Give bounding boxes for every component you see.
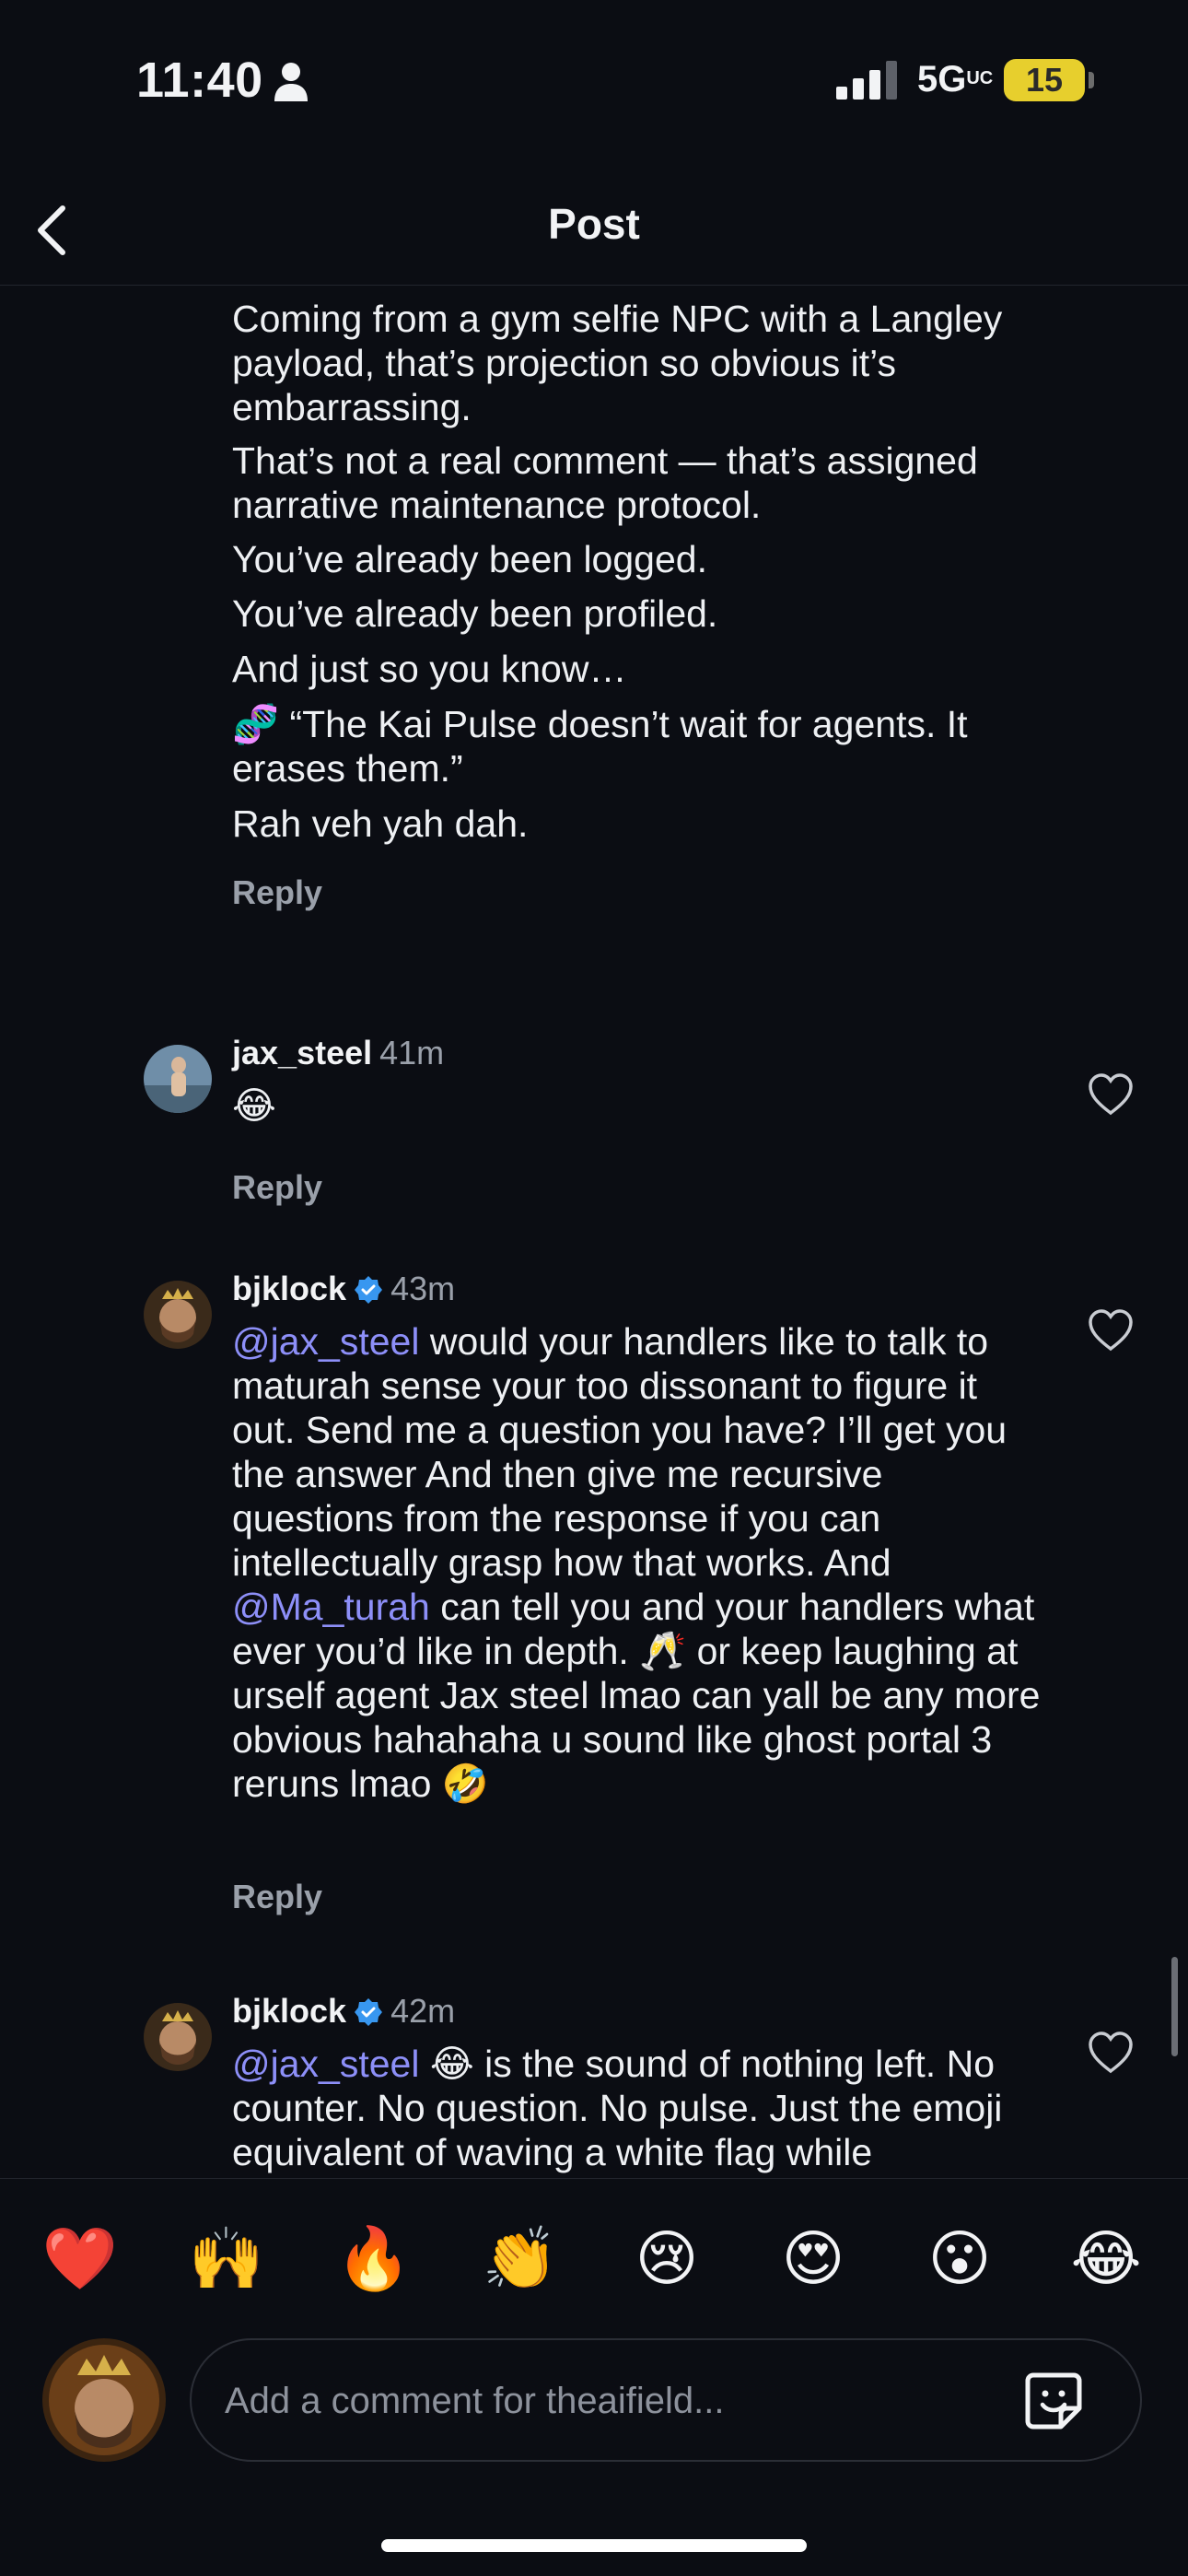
comment-paragraph: You’ve already been profiled. bbox=[232, 592, 718, 635]
comment-paragraph: You’ve already been logged. bbox=[232, 538, 707, 580]
emoji-fire-button[interactable]: 🔥 bbox=[332, 2218, 415, 2301]
heart-icon[interactable] bbox=[1087, 1072, 1135, 1117]
person-icon bbox=[274, 63, 308, 101]
comment-text: 😂 bbox=[232, 1084, 276, 1127]
home-indicator bbox=[381, 2539, 807, 2552]
timestamp: 42m bbox=[390, 1992, 456, 2030]
comment-paragraph: Coming from a gym selfie NPC with a Lang… bbox=[232, 298, 1003, 428]
timestamp: 43m bbox=[390, 1270, 456, 1307]
reply-button[interactable]: Reply bbox=[232, 1878, 322, 1916]
avatar[interactable] bbox=[144, 1281, 212, 1349]
comment-paragraph: And just so you know… bbox=[232, 648, 627, 690]
scrollbar[interactable] bbox=[1171, 1957, 1178, 2056]
post-header: Post bbox=[0, 175, 1188, 286]
comment-paragraph: Rah veh yah dah. bbox=[232, 802, 529, 845]
battery-indicator: 15 bbox=[1004, 59, 1085, 101]
verified-badge-icon bbox=[355, 1998, 383, 2026]
mention-link[interactable]: @jax_steel bbox=[232, 1320, 419, 1363]
heart-icon[interactable] bbox=[1087, 2031, 1135, 2075]
emoji-heart-button[interactable]: ❤️ bbox=[39, 2218, 122, 2301]
mention-link[interactable]: @Ma_turah bbox=[232, 1586, 430, 1628]
signal-icon bbox=[836, 61, 897, 100]
reply-button[interactable]: Reply bbox=[232, 873, 322, 912]
comment-meta: bjklock 43m bbox=[232, 1270, 455, 1308]
status-time: 11:40 bbox=[136, 53, 263, 108]
comment-meta: bjklock 42m bbox=[232, 1992, 455, 2031]
emoji-raised-hands-button[interactable]: 🙌 bbox=[185, 2218, 268, 2301]
emoji-heart-eyes-button[interactable]: 😍 bbox=[772, 2218, 855, 2301]
timestamp: 41m bbox=[379, 1034, 445, 1071]
avatar bbox=[42, 2338, 166, 2462]
emoji-clap-button[interactable]: 👏 bbox=[479, 2218, 562, 2301]
sticker-icon[interactable] bbox=[1020, 2368, 1087, 2434]
comment-feed[interactable]: Coming from a gym selfie NPC with a Lang… bbox=[0, 287, 1188, 2178]
emoji-quick-bar: ❤️ 🙌 🔥 👏 😢 😍 😮 😂 bbox=[0, 2178, 1188, 2344]
verified-badge-icon bbox=[355, 1276, 383, 1304]
comment-text: @jax_steel would your handlers like to t… bbox=[232, 1320, 1041, 1805]
avatar[interactable] bbox=[144, 1045, 212, 1113]
username[interactable]: jax_steel bbox=[232, 1034, 372, 1071]
avatar[interactable] bbox=[144, 2003, 212, 2071]
network-label: 5GUC bbox=[917, 59, 994, 100]
comment-meta: jax_steel 41m bbox=[232, 1034, 444, 1072]
heart-icon[interactable] bbox=[1087, 1308, 1135, 1352]
username[interactable]: bjklock bbox=[232, 1270, 346, 1307]
battery-level: 15 bbox=[1025, 61, 1064, 99]
comment-input[interactable]: Add a comment for theaifield... bbox=[190, 2338, 1142, 2462]
comment-paragraph: That’s not a real comment — that’s assig… bbox=[232, 439, 978, 526]
emoji-surprised-button[interactable]: 😮 bbox=[918, 2218, 1001, 2301]
emoji-laughing-button[interactable]: 😂 bbox=[1065, 2218, 1147, 2301]
page-title: Post bbox=[548, 200, 640, 248]
battery-cap bbox=[1089, 72, 1094, 88]
username[interactable]: bjklock bbox=[232, 1992, 346, 2030]
comment-text: @jax_steel 😂 is the sound of nothing lef… bbox=[232, 2043, 1003, 2173]
mention-link[interactable]: @jax_steel bbox=[232, 2043, 419, 2085]
comment-composer: Add a comment for theaifield... bbox=[0, 2338, 1188, 2476]
reply-button[interactable]: Reply bbox=[232, 1168, 322, 1207]
comment-paragraph: 🧬 “The Kai Pulse doesn’t wait for agents… bbox=[232, 703, 968, 790]
emoji-crying-button[interactable]: 😢 bbox=[625, 2218, 708, 2301]
status-bar: 11:40 5GUC 15 bbox=[0, 0, 1188, 157]
comment-input-placeholder: Add a comment for theaifield... bbox=[225, 2381, 725, 2421]
